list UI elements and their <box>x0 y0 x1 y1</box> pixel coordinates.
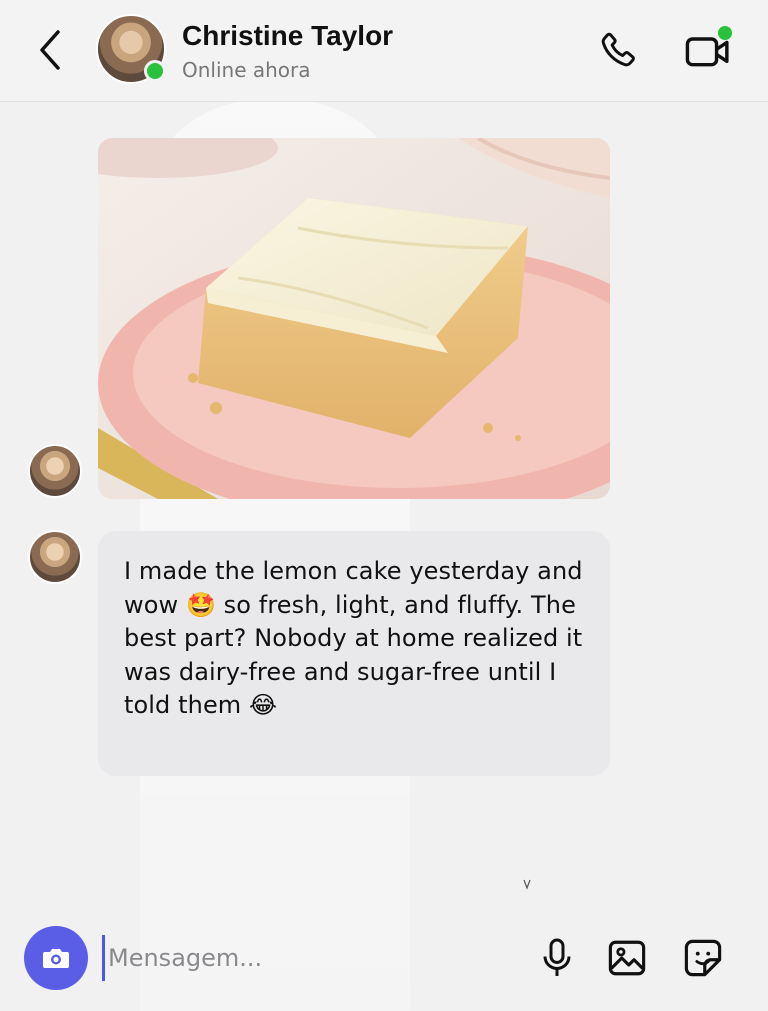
video-online-dot <box>718 26 732 40</box>
gallery-button[interactable] <box>604 935 650 981</box>
camera-icon <box>43 949 69 968</box>
message-avatar[interactable] <box>28 530 82 584</box>
contact-name[interactable]: Christine Taylor <box>182 20 393 52</box>
voice-message-button[interactable] <box>534 935 580 981</box>
text-message-bubble[interactable]: I made the lemon cake yesterday and wow … <box>98 531 610 776</box>
cake-photo <box>98 138 610 499</box>
sticker-icon <box>684 939 722 977</box>
chevron-down-icon <box>523 879 531 890</box>
message-text: I made the lemon cake yesterday and wow … <box>124 557 583 719</box>
microphone-icon <box>543 938 571 976</box>
phone-icon <box>601 32 635 67</box>
back-button[interactable] <box>30 28 70 72</box>
message-composer <box>0 915 768 1011</box>
message-input[interactable] <box>102 935 502 981</box>
sticker-button[interactable] <box>680 935 726 981</box>
scroll-down-indicator[interactable] <box>522 876 532 895</box>
online-status-dot <box>144 60 166 82</box>
video-call-button[interactable] <box>682 26 734 74</box>
contact-status: Online ahora <box>182 58 311 82</box>
message-avatar[interactable] <box>28 444 82 498</box>
cake-photo-message[interactable] <box>98 138 610 499</box>
camera-button[interactable] <box>24 926 88 990</box>
chat-header: Christine Taylor Online ahora <box>0 0 768 102</box>
image-icon <box>608 940 646 976</box>
chevron-left-icon <box>40 30 60 70</box>
voice-call-button[interactable] <box>594 28 640 74</box>
